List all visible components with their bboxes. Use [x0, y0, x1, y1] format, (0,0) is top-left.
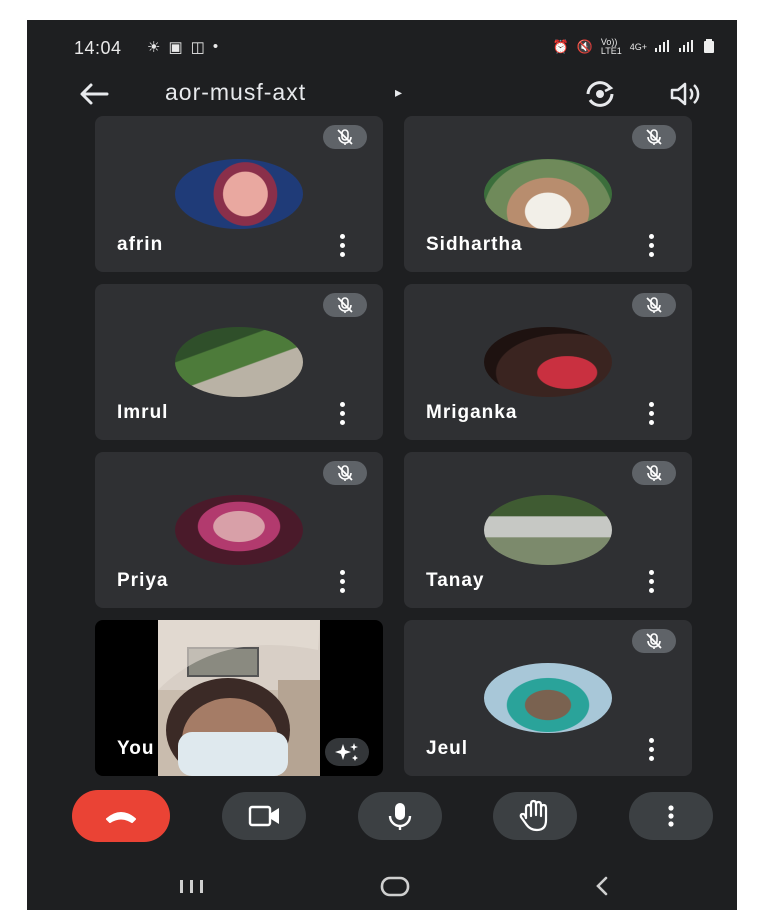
mic-off-icon: [337, 465, 353, 481]
self-camera-preview: [158, 620, 320, 776]
battery-icon: [703, 38, 715, 56]
muted-indicator: [632, 125, 676, 149]
home-button[interactable]: [375, 872, 415, 900]
network-type: 4G+: [629, 41, 647, 52]
mute-icon: 🔇: [576, 39, 593, 54]
mic-off-icon: [646, 297, 662, 313]
participant-tile[interactable]: Mriganka: [404, 284, 692, 440]
sparkle-icon: [335, 743, 358, 761]
audio-output-button[interactable]: [667, 78, 703, 110]
switch-camera-button[interactable]: [582, 78, 618, 110]
more-options-button[interactable]: [629, 792, 713, 840]
participant-name: Jeul: [426, 738, 469, 759]
system-back-button[interactable]: [582, 872, 622, 900]
avatar: [484, 159, 612, 229]
more-vertical-icon: [668, 805, 674, 827]
hang-up-icon: [106, 812, 136, 823]
muted-indicator: [323, 293, 367, 317]
avatar: [484, 495, 612, 565]
volte-icon: Vo)) LTE1: [600, 37, 622, 56]
status-time: 14:04: [74, 38, 122, 58]
mic-off-icon: [337, 297, 353, 313]
avatar: [175, 327, 303, 397]
microphone-icon: [388, 803, 412, 830]
status-right-icons: ⏰ 🔇 Vo)) LTE1 4G+: [553, 38, 715, 56]
mic-off-icon: [337, 129, 353, 145]
muted-indicator: [323, 461, 367, 485]
screen-icon: ◫: [190, 39, 205, 56]
dot-icon: •: [212, 38, 219, 55]
participant-tile[interactable]: Imrul: [95, 284, 383, 440]
status-bar: 14:04 ☀ ▣ ◫ • ⏰ 🔇 Vo)) LTE1 4G+: [27, 20, 737, 72]
participant-options-button[interactable]: [646, 234, 656, 258]
arrow-left-icon: [80, 83, 109, 105]
avatar: [484, 327, 612, 397]
recent-apps-button[interactable]: [172, 872, 212, 900]
meeting-code[interactable]: aor-musf-axt: [165, 79, 306, 106]
back-button[interactable]: [77, 78, 111, 110]
video-camera-icon: [248, 805, 279, 827]
gallery-icon: ▣: [168, 39, 183, 56]
effects-button[interactable]: [325, 738, 369, 766]
status-left-icons: ☀ ▣ ◫ •: [147, 38, 218, 56]
participant-tile[interactable]: Sidhartha: [404, 116, 692, 272]
participant-name: You: [117, 738, 155, 759]
participant-name: Tanay: [426, 570, 485, 591]
call-header: aor-musf-axt ▸: [27, 72, 737, 122]
participant-options-button[interactable]: [646, 402, 656, 426]
weather-icon: ☀: [147, 39, 161, 56]
muted-indicator: [632, 293, 676, 317]
participant-options-button[interactable]: [337, 402, 347, 426]
signal-icon: [679, 39, 695, 55]
muted-indicator: [323, 125, 367, 149]
participant-options-button[interactable]: [646, 570, 656, 594]
avatar: [484, 663, 612, 733]
participant-name: Imrul: [117, 402, 169, 423]
mic-off-icon: [646, 633, 662, 649]
raise-hand-button[interactable]: [493, 792, 577, 840]
muted-indicator: [632, 461, 676, 485]
participant-name: afrin: [117, 234, 164, 255]
chevron-left-icon: [596, 876, 608, 896]
switch-camera-icon: [586, 81, 614, 107]
participant-name: Sidhartha: [426, 234, 523, 255]
participant-tile[interactable]: Tanay: [404, 452, 692, 608]
participant-options-button[interactable]: [337, 234, 347, 258]
mic-off-icon: [646, 465, 662, 481]
muted-indicator: [632, 629, 676, 653]
end-call-button[interactable]: [72, 790, 170, 842]
avatar: [175, 159, 303, 229]
mic-off-icon: [646, 129, 662, 145]
participant-options-button[interactable]: [337, 570, 347, 594]
recents-icon: [180, 880, 203, 893]
participant-name: Priya: [117, 570, 169, 591]
speaker-icon: [670, 82, 700, 106]
alarm-icon: ⏰: [552, 39, 569, 54]
camera-button[interactable]: [222, 792, 306, 840]
home-icon: [380, 876, 410, 897]
participant-name: Mriganka: [426, 402, 518, 423]
avatar: [175, 495, 303, 565]
call-controls: [27, 790, 737, 852]
signal-icon: [655, 39, 671, 55]
participant-options-button[interactable]: [646, 738, 656, 762]
meet-call-screen: 14:04 ☀ ▣ ◫ • ⏰ 🔇 Vo)) LTE1 4G+ aor-musf…: [27, 20, 737, 910]
system-nav-bar: [27, 860, 737, 910]
participant-tile[interactable]: Priya: [95, 452, 383, 608]
participant-tile[interactable]: Jeul: [404, 620, 692, 776]
raise-hand-icon: [519, 799, 548, 832]
microphone-button[interactable]: [358, 792, 442, 840]
participant-tile[interactable]: afrin: [95, 116, 383, 272]
meeting-info-caret-icon[interactable]: ▸: [395, 84, 402, 101]
self-video-tile[interactable]: You: [95, 620, 383, 776]
